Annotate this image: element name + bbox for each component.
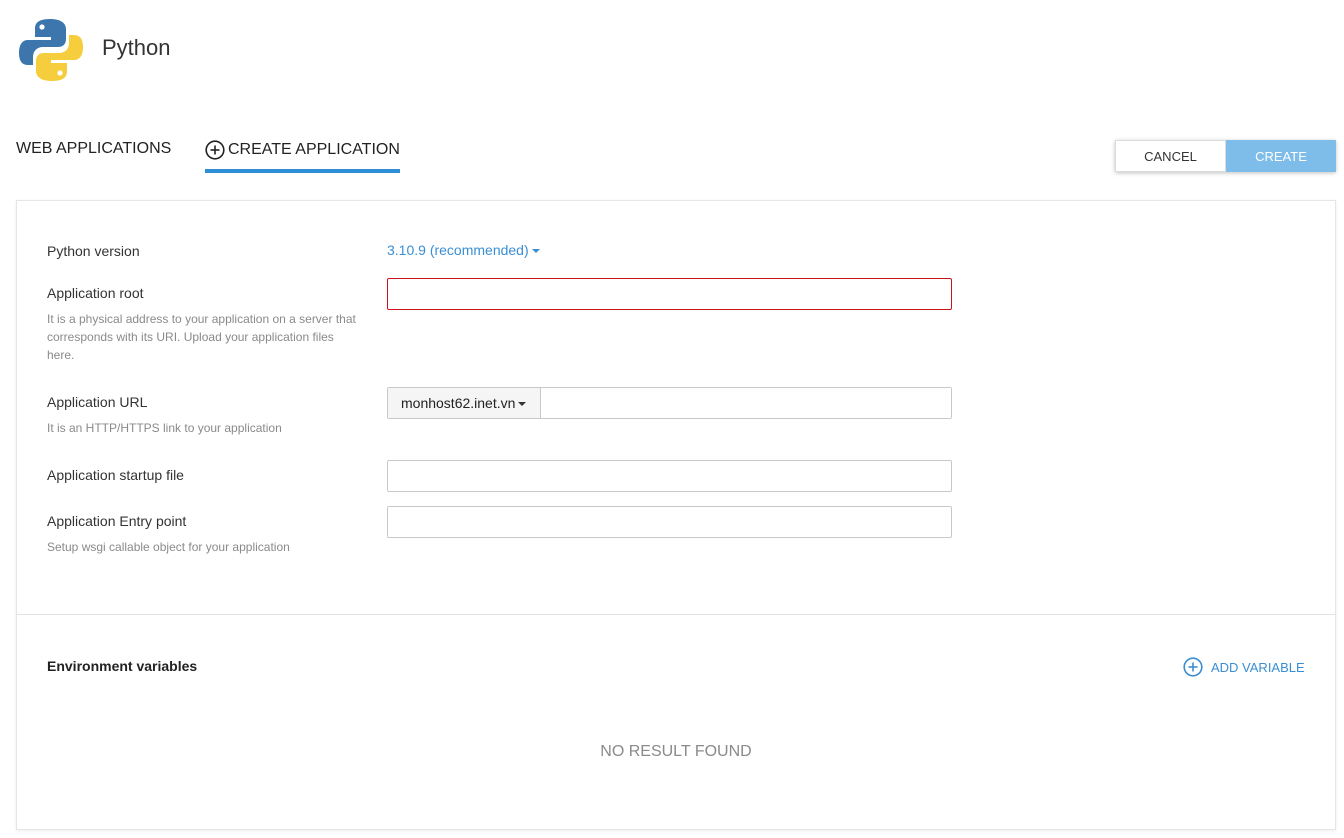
cancel-button[interactable]: CANCEL <box>1115 140 1226 172</box>
startup-file-input[interactable] <box>387 460 952 492</box>
tab-create-application-label: CREATE APPLICATION <box>228 141 400 158</box>
domain-dropdown[interactable]: monhost62.inet.vn <box>388 388 541 418</box>
environment-variables-title: Environment variables <box>47 658 198 674</box>
python-logo-icon <box>19 19 83 81</box>
entry-point-input[interactable] <box>387 506 952 538</box>
add-variable-label: ADD VARIABLE <box>1211 659 1305 675</box>
application-url-label: Application URL <box>47 394 148 410</box>
tab-web-applications[interactable]: WEB APPLICATIONS <box>16 140 171 158</box>
entry-point-hint: Setup wsgi callable object for your appl… <box>47 540 290 554</box>
application-url-group: monhost62.inet.vn <box>387 387 952 419</box>
add-variable-button[interactable]: ADD VARIABLE <box>1183 657 1305 677</box>
python-version-label: Python version <box>47 243 140 259</box>
caret-down-icon <box>518 402 527 406</box>
caret-down-icon <box>531 249 540 253</box>
application-url-input[interactable] <box>541 388 951 418</box>
startup-file-label: Application startup file <box>47 467 184 483</box>
application-url-hint: It is an HTTP/HTTPS link to your applica… <box>47 421 282 435</box>
create-button[interactable]: CREATE <box>1226 140 1336 172</box>
tab-create-application[interactable]: CREATE APPLICATION <box>205 140 400 173</box>
application-root-label: Application root <box>47 285 144 301</box>
page-title: Python <box>102 35 171 60</box>
empty-state-text: NO RESULT FOUND <box>600 743 752 760</box>
form-actions: CANCEL CREATE <box>1115 140 1336 172</box>
python-version-dropdown[interactable]: 3.10.9 (recommended) <box>387 242 540 258</box>
plus-circle-icon <box>205 140 225 160</box>
python-version-value: 3.10.9 (recommended) <box>387 242 529 258</box>
create-application-form: Python version 3.10.9 (recommended) Appl… <box>16 200 1336 830</box>
application-root-input[interactable] <box>387 278 952 310</box>
page-header: Python <box>0 0 1344 100</box>
application-root-hint: It is a physical address to your applica… <box>47 312 356 362</box>
plus-circle-icon <box>1183 657 1203 677</box>
domain-value: monhost62.inet.vn <box>401 395 516 411</box>
entry-point-label: Application Entry point <box>47 513 187 529</box>
section-divider <box>17 614 1335 615</box>
